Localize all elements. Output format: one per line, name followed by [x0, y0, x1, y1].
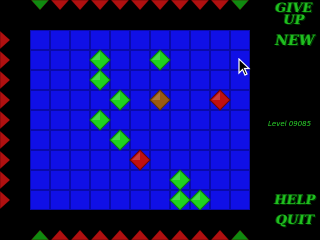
new-game-button[interactable]: NEW	[272, 33, 318, 49]
border-chevron	[0, 30, 11, 50]
border-chevron	[50, 229, 70, 240]
border-chevron	[0, 130, 11, 150]
border-chevron	[0, 110, 11, 130]
border-chevron	[130, 0, 150, 11]
border-chevron	[170, 0, 190, 11]
bottom-border-decoration	[30, 229, 250, 240]
border-chevron	[0, 170, 11, 190]
border-chevron	[110, 229, 130, 240]
border-chevron	[190, 0, 210, 11]
border-chevron	[70, 0, 90, 11]
help-button[interactable]: HELP	[272, 193, 318, 208]
top-border-decoration	[30, 0, 250, 11]
border-chevron	[130, 229, 150, 240]
border-chevron	[150, 0, 170, 11]
arrow-cursor-icon	[238, 58, 251, 76]
border-chevron	[0, 190, 11, 210]
border-chevron	[90, 229, 110, 240]
border-chevron	[230, 0, 250, 11]
border-chevron	[230, 229, 250, 240]
border-chevron	[50, 0, 70, 11]
level-label: Level 09085	[268, 120, 312, 128]
game-board[interactable]	[30, 30, 250, 210]
border-chevron	[30, 0, 50, 11]
border-chevron	[0, 50, 11, 70]
border-chevron	[70, 229, 90, 240]
border-chevron	[150, 229, 170, 240]
give-up-button[interactable]: GIVE UP	[270, 2, 318, 27]
board-background	[30, 30, 250, 210]
border-chevron	[0, 150, 11, 170]
border-chevron	[110, 0, 130, 11]
border-chevron	[90, 0, 110, 11]
border-chevron	[0, 90, 11, 110]
border-chevron	[190, 229, 210, 240]
border-chevron	[0, 70, 11, 90]
border-chevron	[210, 0, 230, 11]
quit-button[interactable]: QUIT	[272, 213, 318, 228]
border-chevron	[210, 229, 230, 240]
border-chevron	[30, 229, 50, 240]
left-border-decoration	[0, 30, 11, 210]
border-chevron	[170, 229, 190, 240]
